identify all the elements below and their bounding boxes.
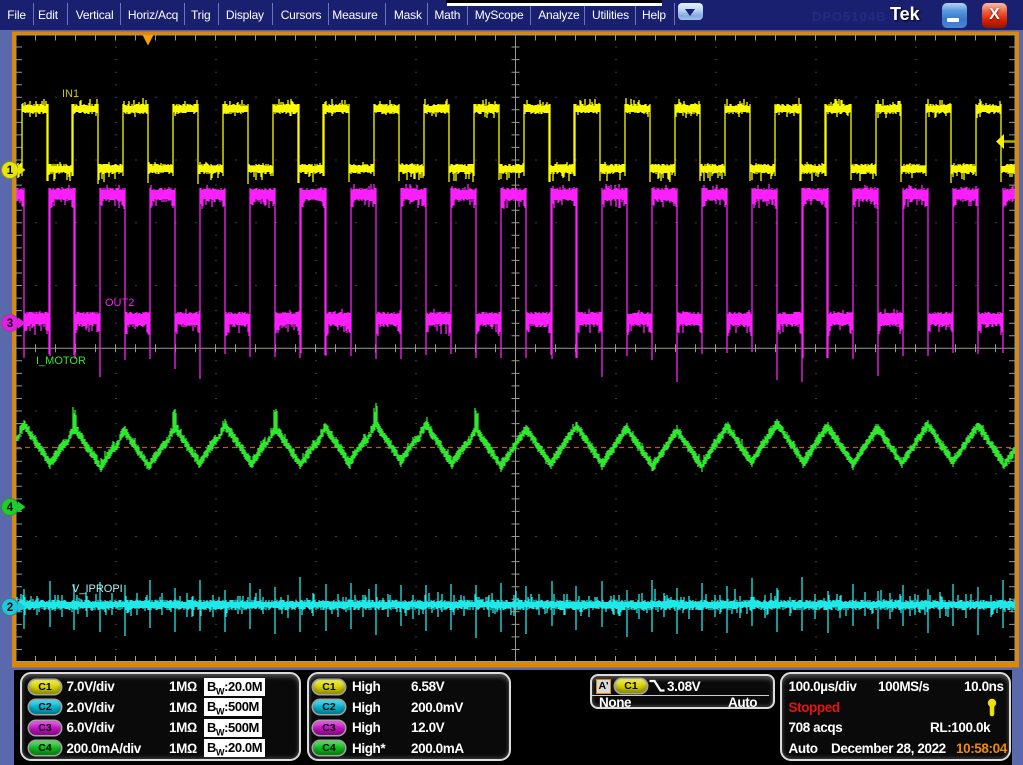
svg-text:IN1: IN1: [62, 88, 79, 100]
svg-text:I_MOTOR: I_MOTOR: [36, 355, 86, 367]
svg-text:OUT2: OUT2: [105, 297, 134, 309]
svg-text:4: 4: [7, 502, 14, 514]
svg-text:V_IPROPI: V_IPROPI: [72, 583, 123, 595]
svg-text:3: 3: [7, 318, 13, 330]
svg-text:2: 2: [7, 602, 13, 614]
svg-text:1: 1: [7, 165, 14, 177]
